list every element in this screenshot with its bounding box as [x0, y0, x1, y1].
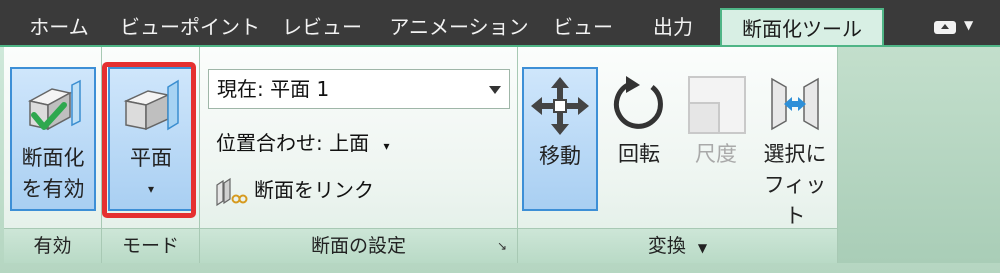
panel-icon: [934, 21, 956, 34]
ribbon-tab-bar: ホーム ビューポイント レビュー アニメーション ビュー 出力 断面化ツール ▼: [0, 0, 1000, 47]
enable-sectioning-button[interactable]: 断面化 を有効: [10, 67, 96, 211]
group-label-transform: 変換 ▼: [518, 228, 837, 263]
highlight-outline: [102, 62, 196, 218]
group-enable: 断面化 を有効 有効: [4, 47, 102, 263]
enable-sectioning-label-1: 断面化: [21, 146, 85, 170]
dialog-launcher-icon[interactable]: ↘: [497, 229, 507, 263]
group-label-enable: 有効: [4, 228, 101, 263]
chevron-down-icon: ▼: [964, 18, 974, 32]
tab-output[interactable]: 出力: [638, 10, 708, 44]
link-sections-label: 断面をリンク: [254, 178, 374, 202]
ribbon-empty-area: [838, 47, 1000, 263]
move-arrows-icon: [531, 77, 589, 135]
move-button[interactable]: 移動: [522, 67, 598, 211]
tab-view[interactable]: ビュー: [548, 10, 618, 44]
fit-selection-button[interactable]: 選択に フィット: [756, 67, 834, 228]
fit-selection-label-1: 選択に: [763, 142, 827, 166]
move-label: 移動: [539, 144, 581, 168]
chevron-down-icon: [489, 86, 501, 94]
fit-selection-label-2: フィット: [763, 173, 827, 228]
group-label-mode: モード: [102, 228, 199, 263]
tab-home[interactable]: ホーム: [14, 10, 104, 44]
link-sections-button[interactable]: 断面をリンク: [214, 174, 374, 207]
rotate-icon: [613, 76, 663, 129]
minimize-ribbon-button[interactable]: ▼: [930, 14, 986, 42]
chevron-down-icon[interactable]: ▼: [698, 241, 707, 255]
section-settings-label: 断面の設定: [310, 235, 406, 257]
transform-label: 変換: [647, 235, 686, 257]
current-plane-select[interactable]: 現在: 平面 1: [208, 69, 510, 109]
current-plane-value: 現在: 平面 1: [217, 77, 330, 101]
alignment-dropdown[interactable]: 位置合わせ: 上面 ▾: [216, 127, 390, 156]
rotate-button[interactable]: 回転: [604, 67, 674, 211]
fit-selection-icon: [771, 77, 819, 131]
enable-sectioning-icon: [27, 79, 81, 131]
tab-animation[interactable]: アニメーション: [384, 10, 534, 44]
tab-sectioning-tools[interactable]: 断面化ツール: [720, 8, 884, 47]
rotate-label: 回転: [618, 142, 660, 166]
scale-label: 尺度: [695, 142, 737, 166]
alignment-label: 位置合わせ: 上面: [216, 131, 370, 155]
scale-button: 尺度: [680, 67, 752, 211]
link-sections-icon: [216, 177, 248, 206]
group-label-section-settings: 断面の設定 ↘: [200, 228, 517, 263]
chevron-down-icon: ▾: [383, 139, 390, 153]
tab-viewpoint[interactable]: ビューポイント: [120, 10, 260, 44]
enable-sectioning-label-2: を有効: [21, 177, 85, 201]
tab-review[interactable]: レビュー: [272, 10, 372, 44]
scale-icon: [688, 76, 746, 134]
